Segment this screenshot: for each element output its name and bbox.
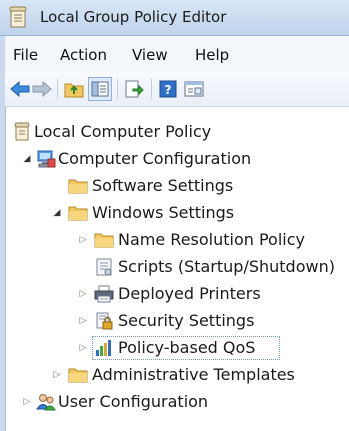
users-icon: [36, 394, 56, 411]
tree-item-security-settings[interactable]: ▷ Security Settings: [6, 308, 349, 334]
policy-scroll-icon: [14, 122, 30, 141]
tree-label: Administrative Templates: [92, 365, 295, 384]
show-hide-tree-icon[interactable]: [88, 77, 112, 101]
title-bar[interactable]: Local Group Policy Editor: [0, 0, 349, 36]
tree-label: Policy-based QoS: [118, 338, 256, 357]
menu-bar: File Action View Help: [5, 36, 349, 72]
toolbar-separator: [151, 79, 152, 99]
folder-icon: [94, 233, 114, 248]
tree-label: Windows Settings: [92, 203, 235, 222]
folder-icon: [68, 368, 88, 383]
menu-help[interactable]: Help: [195, 46, 229, 64]
expand-triangle-icon[interactable]: ▷: [52, 369, 62, 381]
collapse-triangle-icon[interactable]: ◢: [22, 153, 32, 165]
menu-file[interactable]: File: [13, 46, 38, 64]
expand-triangle-icon[interactable]: ▷: [78, 342, 88, 354]
tree-item-deployed-printers[interactable]: ▷ Deployed Printers: [6, 281, 349, 307]
collapse-triangle-icon[interactable]: ◢: [52, 207, 62, 219]
up-folder-icon[interactable]: [63, 78, 85, 100]
console-tree: Local Computer Policy ◢ Computer Configu…: [5, 107, 349, 431]
menu-action[interactable]: Action: [60, 46, 107, 64]
tree-item-name-resolution-policy[interactable]: ▷ Name Resolution Policy: [6, 227, 349, 253]
printer-icon: [94, 285, 114, 303]
expand-triangle-icon[interactable]: ▷: [22, 396, 32, 408]
tree-item-windows-settings[interactable]: ◢ Windows Settings: [6, 200, 349, 226]
folder-icon: [68, 206, 88, 221]
tree-item-computer-configuration[interactable]: ◢ Computer Configuration: [6, 146, 349, 172]
policy-scroll-icon: [9, 6, 27, 28]
export-list-icon[interactable]: [123, 78, 145, 100]
tree-label: Name Resolution Policy: [118, 230, 305, 249]
tree-item-user-configuration[interactable]: ▷ User Configuration: [6, 389, 349, 415]
tree-label: Computer Configuration: [58, 149, 252, 168]
computer-icon: [37, 150, 56, 168]
tree-label: Security Settings: [118, 311, 255, 330]
toolbar-separator: [117, 79, 118, 99]
bar-chart-icon: [96, 340, 111, 356]
script-document-icon: [96, 258, 112, 276]
properties-icon[interactable]: [183, 78, 205, 100]
security-lock-icon: [96, 312, 113, 330]
expand-triangle-icon[interactable]: ▷: [78, 234, 88, 246]
tree-item-policy-based-qos[interactable]: ▷ Policy-based QoS: [6, 335, 349, 361]
menu-view[interactable]: View: [132, 46, 168, 64]
expand-triangle-icon[interactable]: ▷: [78, 315, 88, 327]
forward-icon[interactable]: [31, 78, 53, 100]
tree-label: Software Settings: [92, 176, 234, 195]
tree-label: Scripts (Startup/Shutdown): [118, 257, 335, 276]
back-icon[interactable]: [9, 78, 31, 100]
svg-text:?: ?: [165, 83, 172, 97]
window-title: Local Group Policy Editor: [40, 8, 227, 26]
expand-triangle-icon[interactable]: ▷: [78, 288, 88, 300]
tree-label: Deployed Printers: [118, 284, 261, 303]
tree-item-scripts[interactable]: Scripts (Startup/Shutdown): [6, 254, 349, 280]
toolbar: ?: [5, 72, 349, 107]
tree-item-local-computer-policy[interactable]: Local Computer Policy: [6, 119, 349, 145]
tree-item-software-settings[interactable]: Software Settings: [6, 173, 349, 199]
tree-label: User Configuration: [58, 392, 209, 411]
folder-icon: [68, 179, 88, 194]
tree-label: Local Computer Policy: [34, 122, 212, 141]
help-icon[interactable]: ?: [157, 78, 179, 100]
toolbar-separator: [57, 79, 58, 99]
tree-item-administrative-templates[interactable]: ▷ Administrative Templates: [6, 362, 349, 388]
